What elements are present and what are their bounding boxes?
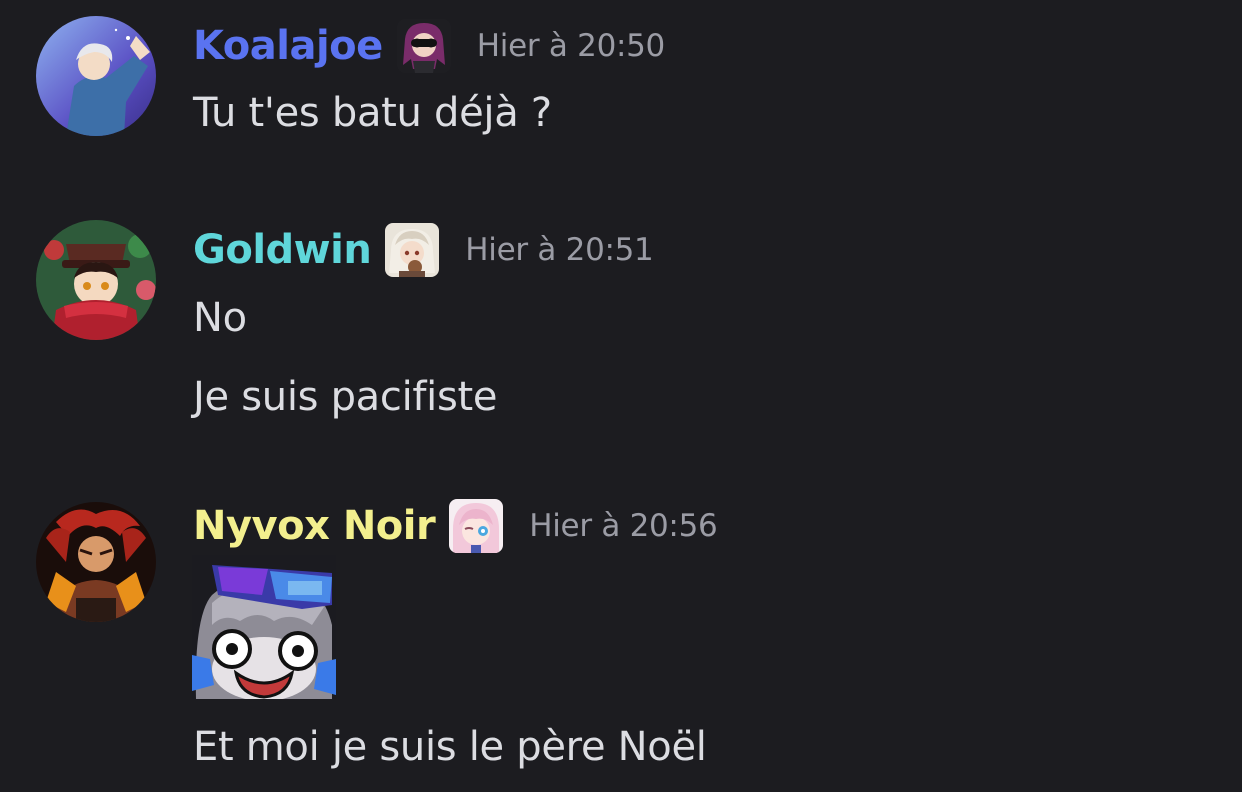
message-text: Et moi je suis le père Noël [193, 724, 707, 770]
profile-badge-icon [396, 19, 451, 73]
username[interactable]: Nyvox Noir [193, 503, 436, 549]
avatar-koalajoe[interactable] [36, 16, 156, 136]
timestamp: Hier à 20:56 [529, 508, 718, 544]
avatar-goldwin[interactable] [36, 220, 156, 340]
message-header: Koalajoe Hier à 20:50 [193, 16, 665, 76]
profile-badge-icon [449, 499, 504, 553]
message-header: Goldwin Hier à 20:51 [193, 220, 654, 280]
username[interactable]: Goldwin [193, 227, 372, 273]
timestamp: Hier à 20:50 [476, 28, 665, 64]
sticker-image[interactable] [192, 555, 336, 699]
message-text: Tu t'es batu déjà ? [193, 90, 552, 136]
avatar-image [36, 220, 156, 340]
avatar-nyvox-noir[interactable] [36, 502, 156, 622]
message-header: Nyvox Noir Hier à 20:56 [193, 496, 718, 556]
profile-badge-icon [385, 223, 440, 277]
message-text: Je suis pacifiste [193, 374, 498, 420]
avatar-image [36, 16, 156, 136]
username[interactable]: Koalajoe [193, 23, 383, 69]
timestamp: Hier à 20:51 [465, 232, 654, 268]
message-text: No [193, 295, 247, 341]
avatar-image [36, 502, 156, 622]
